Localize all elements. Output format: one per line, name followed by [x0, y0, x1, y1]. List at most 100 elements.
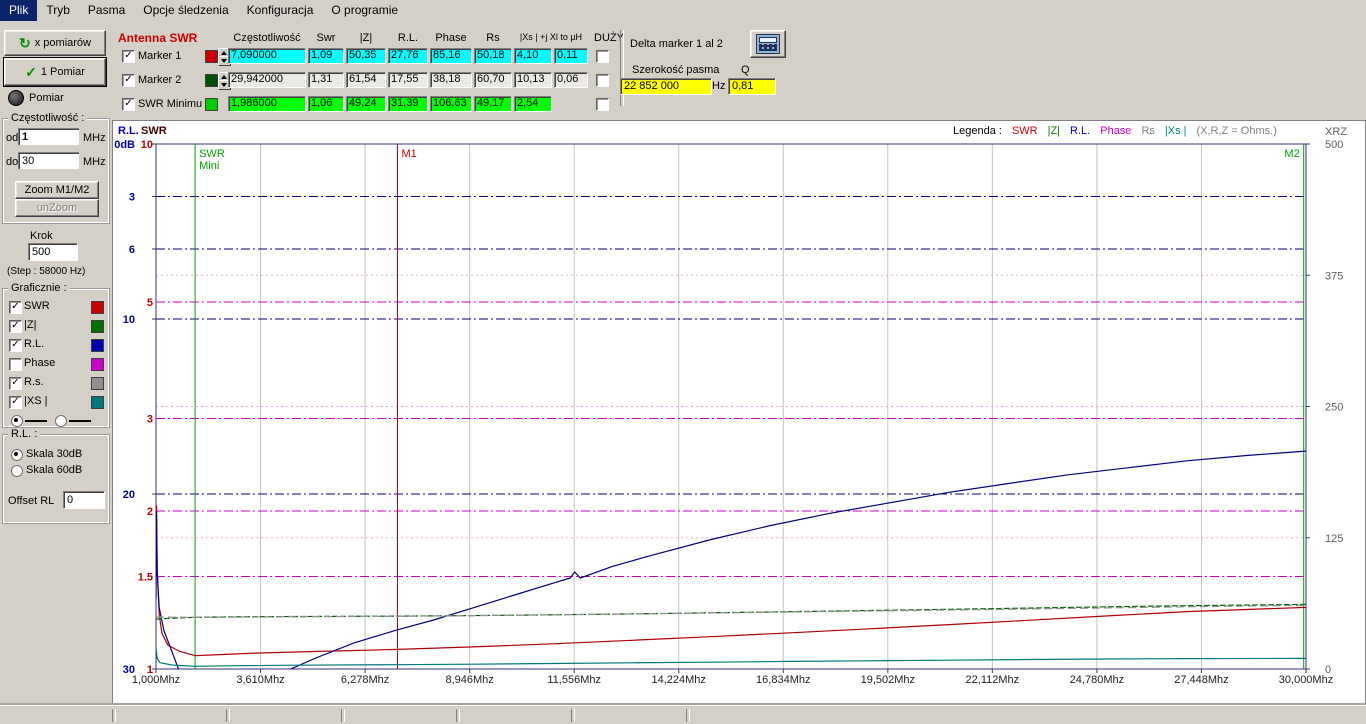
series-Rs [156, 604, 1306, 619]
line-style-radio-1[interactable] [55, 415, 67, 427]
menu-item-3[interactable]: Opcje śledzenia [134, 0, 237, 21]
zoom-m1-m2-button[interactable]: Zoom M1/M2 [15, 181, 99, 199]
marker-2-value-1: 1,31 [308, 72, 344, 88]
series-R.L. [156, 450, 1306, 669]
graph-group-title: Graficznie : [8, 282, 70, 294]
delta-panel: Delta marker 1 al 2 Szerokość pasma 22 8… [620, 28, 808, 108]
taskbar-separator-5 [686, 709, 690, 722]
marker-2-value-2: 61,54 [346, 72, 386, 88]
trace-checkbox-3[interactable] [9, 358, 22, 371]
marker-2-checkbox[interactable]: ✓ [122, 74, 135, 87]
multi-measure-button[interactable]: ↻ x pomiarów [4, 30, 106, 56]
marker-1-checkbox[interactable]: ✓ [122, 50, 135, 63]
line-style-radio-0[interactable] [11, 415, 23, 427]
swr-minimum-value-4: 106,63 [430, 96, 472, 112]
series-SWR [156, 505, 1306, 657]
marker-2-value-3: 17,55 [388, 72, 428, 88]
swr-tick-label-5: 1 [147, 664, 153, 676]
measure-knob-icon[interactable] [8, 90, 24, 106]
line-style-sample-1 [69, 420, 91, 422]
trace-label-3: Phase [24, 357, 56, 369]
do-unit: MHz [83, 156, 106, 168]
offset-rl-input[interactable] [63, 491, 105, 509]
trace-label-4: R.s. [24, 376, 44, 388]
x-tick-label-2: 6,278Mhz [341, 674, 389, 686]
m2-line-label-0: M2 [1284, 148, 1299, 160]
chart-plot[interactable]: 1,000Mhz 3,610Mhz 6,278Mhz 8,946Mhz 11,556Mh… [113, 121, 1365, 703]
rl-scale-label-1: Skala 60dB [26, 464, 83, 476]
freq-from-input[interactable] [18, 128, 79, 145]
swr-minimum-value-1: 1,06 [308, 96, 344, 112]
trace-checkbox-2[interactable]: ✓ [9, 339, 22, 352]
menu-item-4[interactable]: Konfiguracja [238, 0, 323, 21]
swr-minimum-value-6: 2,54 [514, 96, 552, 112]
calculator-button[interactable] [750, 30, 786, 58]
trace-checkbox-4[interactable]: ✓ [9, 377, 22, 390]
marker-2-value-0: 29,942000 [228, 72, 306, 88]
swr-minimum-checkbox[interactable]: ✓ [122, 98, 135, 111]
menu-item-0[interactable]: Plik [0, 0, 38, 21]
x-tick-label-9: 24,780Mhz [1070, 674, 1124, 686]
taskbar-separator-0 [112, 709, 116, 722]
trace-checkbox-5[interactable]: ✓ [9, 396, 22, 409]
marker-1-value-2: 50,35 [346, 48, 386, 64]
marker-2-value-7: 0,06 [554, 72, 588, 88]
od-label: od [6, 132, 19, 144]
unzoom-button[interactable]: unZoom [15, 199, 99, 217]
menu-item-1[interactable]: Tryb [37, 0, 79, 21]
swr-tick-label-3: 2 [147, 506, 153, 518]
col-header-2: |Z| [359, 32, 373, 44]
x-tick-label-10: 27,448Mhz [1174, 674, 1228, 686]
taskbar-separator-3 [456, 709, 460, 722]
marker-2-duzy-checkbox[interactable] [596, 74, 609, 87]
right-tick-label-3: 125 [1325, 533, 1343, 545]
trace-label-0: SWR [24, 300, 50, 312]
delta-title: Delta marker 1 al 2 [630, 38, 723, 50]
x-tick-label-4: 11,556Mhz [547, 674, 601, 686]
right-tick-label-2: 250 [1325, 402, 1343, 414]
x-tick-label-8: 22,112Mhz [966, 674, 1020, 686]
rl-scale-radio-1[interactable] [11, 465, 23, 477]
frequency-group: Częstotliwość : od MHz do MHz Zoom M1/M2… [2, 112, 110, 224]
x-tick-label-3: 8,946Mhz [445, 674, 493, 686]
col-header-0: Częstotliwość [233, 32, 301, 44]
col-header-1: Swr [316, 32, 336, 44]
trace-checkbox-1[interactable]: ✓ [9, 320, 22, 333]
do-label: do [6, 156, 19, 168]
trace-swatch-4 [91, 377, 104, 390]
rl-group-title: R.L. : [8, 428, 41, 440]
freq-to-input[interactable] [18, 152, 79, 169]
menu-item-2[interactable]: Pasma [79, 0, 134, 21]
right-tick-label-1: 375 [1325, 270, 1343, 282]
trace-checkbox-0[interactable]: ✓ [9, 301, 22, 314]
bandwidth-value: 22 852 000 [620, 78, 712, 95]
q-value: 0,81 [728, 78, 776, 95]
multi-measure-label: x pomiarów [34, 37, 91, 49]
measure-indicator-label: Pomiar [29, 92, 64, 104]
single-measure-button[interactable]: ✓ 1 Pomiar [3, 57, 107, 87]
col-header-4: Phase [435, 32, 467, 44]
marker-1-value-7: 0,11 [554, 48, 588, 64]
graph-traces-group: Graficznie : ✓ SWR ✓ |Z| ✓ R.L. Phase ✓ R.s. ✓ |XS… [2, 282, 110, 428]
swr-minimum-duzy-checkbox[interactable] [596, 98, 609, 111]
menu-bar: Plik Tryb Pasma Opcje śledzenia Konfiguracja… [0, 0, 1366, 22]
bandwidth-unit: Hz [712, 80, 726, 92]
swr-min-line-label-1: Mini [199, 160, 219, 172]
swr-minimum-value-0: 1,986000 [228, 96, 306, 112]
rl-scale-radio-0[interactable] [11, 449, 23, 461]
single-measure-label: 1 Pomiar [40, 66, 85, 78]
taskbar-separator-1 [226, 709, 230, 722]
chart-panel: R.L. SWR Legenda : SWR |Z| R.L. Phase Rs |Xs |… [112, 120, 1366, 704]
frequency-group-title: Częstotliwość : [8, 112, 88, 124]
rl-tick-label-3: 10 [123, 314, 135, 326]
rl-tick-label-0: 0dB [114, 139, 135, 151]
taskbar-separator-2 [341, 709, 345, 722]
marker-1-value-1: 1,09 [308, 48, 344, 64]
x-tick-label-0: 1,000Mhz [132, 674, 180, 686]
marker-2-value-4: 38,18 [430, 72, 472, 88]
marker-1-duzy-checkbox[interactable] [596, 50, 609, 63]
krok-input[interactable] [28, 243, 78, 261]
menu-item-5[interactable]: O programie [322, 0, 407, 21]
marker-1-value-5: 50,18 [474, 48, 512, 64]
trace-swatch-2 [91, 339, 104, 352]
